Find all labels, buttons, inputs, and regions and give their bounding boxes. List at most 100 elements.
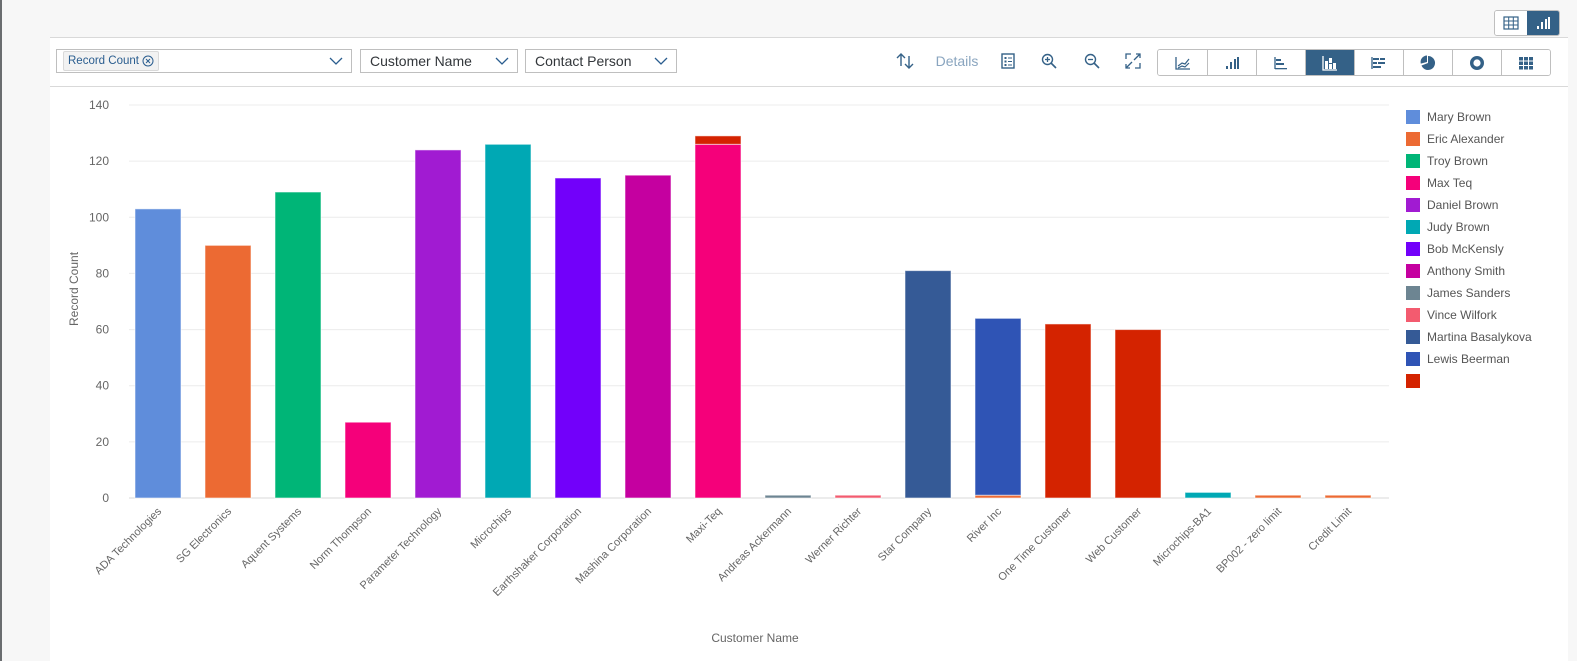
bar-segment[interactable] [1044, 323, 1092, 499]
fullscreen-button[interactable] [1121, 51, 1145, 71]
sort-icon [896, 53, 914, 69]
bar-segment[interactable] [554, 177, 602, 499]
legend-label: Martina Basalykova [1427, 330, 1532, 344]
bar-segment[interactable] [904, 270, 952, 499]
dimension-select-contact[interactable]: Contact Person [525, 49, 677, 73]
heatmap-chart-button[interactable] [1501, 50, 1550, 75]
legend-swatch [1406, 110, 1420, 124]
bar-segment[interactable] [274, 191, 322, 499]
chart-toolbar: Record Count Customer Name Contact Perso… [50, 38, 1568, 87]
bar-stack[interactable] [904, 270, 952, 499]
bar-stack[interactable] [974, 317, 1022, 499]
bar-segment[interactable] [974, 317, 1022, 496]
legend-swatch [1406, 264, 1420, 278]
stacked-column-chart: 0 20 40 60 80 100 120 140 ADA Technologies SG El… [67, 98, 1389, 645]
bar-segment[interactable] [204, 244, 252, 499]
measure-token[interactable]: Record Count [63, 51, 159, 71]
bar-stack[interactable] [484, 143, 532, 499]
legend-swatch [1406, 132, 1420, 146]
legend-item[interactable]: Martina Basalykova [1406, 326, 1532, 348]
legend-item[interactable]: Daniel Brown [1406, 194, 1532, 216]
legend-item[interactable]: Bob McKensly [1406, 238, 1532, 260]
stacked-bar-chart-button[interactable] [1354, 50, 1403, 75]
stacked-column-chart-icon [1322, 55, 1337, 71]
legend-item[interactable]: Vince Wilfork [1406, 304, 1532, 326]
legend-item[interactable]: Mary Brown [1406, 106, 1532, 128]
x-tick-label: Maxi-Teq [684, 506, 724, 546]
legend-item[interactable]: Lewis Beerman [1406, 348, 1532, 370]
legend-item[interactable]: Judy Brown [1406, 216, 1532, 238]
legend-label: Bob McKensly [1427, 242, 1504, 256]
zoom-in-button[interactable] [1037, 51, 1061, 71]
bar-stack[interactable] [274, 191, 322, 499]
x-tick-label: River Inc [965, 505, 1005, 545]
donut-chart-button[interactable] [1452, 50, 1501, 75]
legend-item[interactable] [1406, 370, 1532, 392]
bar-stack[interactable] [624, 174, 672, 499]
remove-token-icon[interactable] [142, 55, 154, 67]
bar-segment[interactable] [134, 208, 182, 499]
details-button[interactable]: Details [934, 51, 980, 71]
legend-toggle-button[interactable] [996, 51, 1020, 71]
bar-segment[interactable] [1324, 494, 1372, 499]
legend-label: Mary Brown [1427, 110, 1492, 124]
table-view-button[interactable] [1495, 11, 1527, 35]
bar-stack[interactable] [554, 177, 602, 499]
legend-swatch [1406, 154, 1420, 168]
bar-stack[interactable] [834, 494, 882, 499]
bar-stack[interactable] [1044, 323, 1092, 499]
legend-item[interactable]: Troy Brown [1406, 150, 1532, 172]
bar-stack[interactable] [204, 244, 252, 499]
chart-view-button[interactable] [1527, 11, 1559, 35]
bar-segment[interactable] [694, 143, 742, 499]
bar-chart-icon [1274, 56, 1287, 69]
legend-item[interactable]: Max Teq [1406, 172, 1532, 194]
legend-label: Troy Brown [1427, 154, 1488, 168]
dimension-1-label: Customer Name [370, 53, 472, 69]
legend-label: Eric Alexander [1427, 132, 1505, 146]
legend-swatch [1406, 374, 1420, 388]
legend-swatch [1406, 220, 1420, 234]
bar-segment[interactable] [694, 135, 742, 145]
bar-segment[interactable] [624, 174, 672, 499]
pie-chart-button[interactable] [1403, 50, 1452, 75]
measure-token-label: Record Count [68, 55, 139, 67]
bar-stack[interactable] [414, 149, 462, 499]
bar-segment[interactable] [484, 143, 532, 499]
sort-button[interactable] [893, 51, 917, 71]
bar-segment[interactable] [414, 149, 462, 499]
bar-stack[interactable] [694, 135, 742, 499]
bar-segment[interactable] [764, 494, 812, 499]
dimension-select-customer[interactable]: Customer Name [360, 49, 518, 73]
legend-label: Lewis Beerman [1427, 352, 1510, 366]
measures-select[interactable]: Record Count [56, 49, 352, 73]
column-chart-button[interactable] [1207, 50, 1256, 75]
bar-segment[interactable] [1254, 494, 1302, 499]
legend-item[interactable]: Anthony Smith [1406, 260, 1532, 282]
bar-stack[interactable] [1184, 491, 1232, 499]
y-tick-label: 120 [89, 154, 109, 168]
legend-item[interactable]: James Sanders [1406, 282, 1532, 304]
legend-item[interactable]: Eric Alexander [1406, 128, 1532, 150]
bar-segment[interactable] [344, 421, 392, 499]
chevron-down-icon [495, 57, 509, 65]
bar-segment[interactable] [1184, 491, 1232, 499]
line-chart-button[interactable] [1158, 50, 1207, 75]
legend-label: Anthony Smith [1427, 264, 1506, 278]
zoom-out-button[interactable] [1080, 51, 1104, 71]
bar-stack[interactable] [134, 208, 182, 499]
fullscreen-icon [1125, 53, 1141, 69]
bar-chart-button[interactable] [1256, 50, 1305, 75]
stacked-column-chart-button[interactable] [1305, 50, 1354, 75]
zoom-out-icon [1084, 53, 1100, 69]
bar-segment[interactable] [1114, 329, 1162, 499]
bar-stack[interactable] [764, 494, 812, 499]
y-tick-label: 80 [96, 266, 110, 280]
bar-stack[interactable] [1114, 329, 1162, 499]
bar-stack[interactable] [1254, 494, 1302, 499]
legend-icon [1001, 53, 1015, 69]
bar-stack[interactable] [344, 421, 392, 499]
table-icon [1503, 16, 1519, 30]
bar-stack[interactable] [1324, 494, 1372, 499]
bar-segment[interactable] [834, 494, 882, 499]
